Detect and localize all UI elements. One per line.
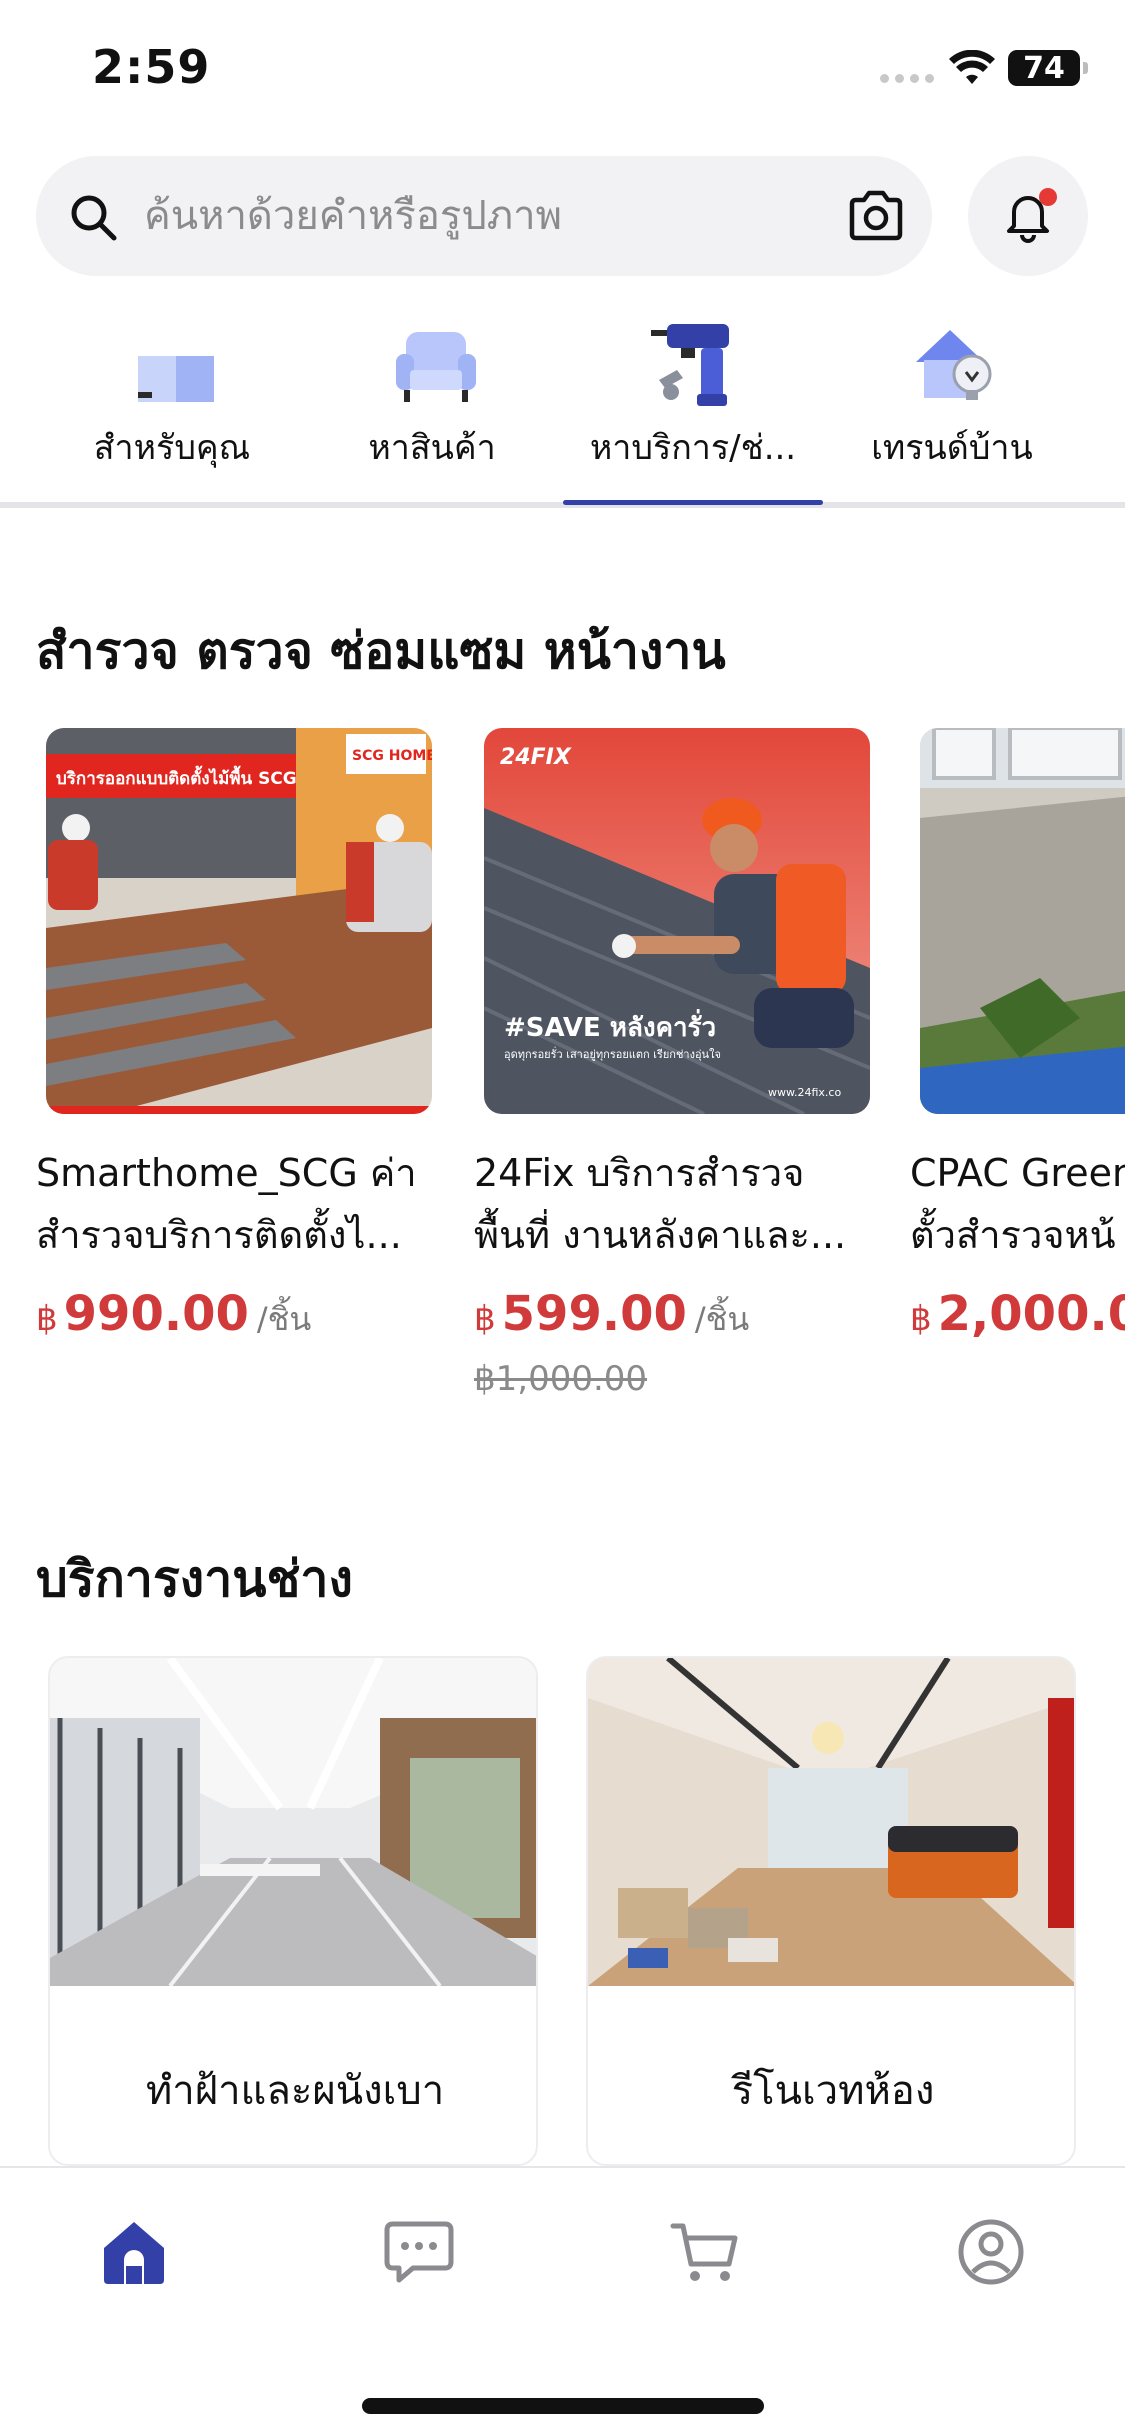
- search-input[interactable]: [144, 178, 844, 254]
- currency-symbol: ฿: [36, 1299, 58, 1339]
- product-card[interactable]: บริการออกแบบติดตั้งไม้พื้น SCG SCG HOME …: [36, 728, 436, 1345]
- profile-icon[interactable]: [953, 2214, 1029, 2290]
- tab-home-trends[interactable]: เทรนด์บ้าน: [822, 300, 1082, 508]
- price-unit: /ชิ้น: [694, 1300, 750, 1338]
- product-logo-text: 24FIX: [500, 745, 572, 770]
- product-name: CPAC Green ตั้วสำรวจหน้: [910, 1151, 1125, 1257]
- bottom-nav: [0, 2166, 1125, 2436]
- service-label: รีโนเวทห้อง: [731, 2068, 935, 2114]
- service-card[interactable]: ทำฝ้าและผนังเบา: [48, 1656, 538, 2166]
- product-name: 24Fix บริการสำรวจ พื้นที่ งานหลังคาและ..…: [474, 1151, 847, 1257]
- product-logo-text: SCG HOME: [352, 748, 432, 764]
- product-image-url: www.24fix.co: [768, 1086, 841, 1099]
- search-bar[interactable]: [36, 156, 932, 276]
- notification-badge: [1039, 188, 1057, 206]
- price-row: ฿ 2,000.00: [910, 1286, 1125, 1342]
- armchair-icon: [396, 332, 476, 402]
- home-icon[interactable]: [96, 2214, 172, 2290]
- product-image: บริการออกแบบติดตั้งไม้พื้น SCG SCG HOME: [46, 728, 432, 1114]
- product-banner-text: บริการออกแบบติดตั้งไม้พื้น SCG: [56, 765, 297, 789]
- price-unit: /ชิ้น: [256, 1300, 312, 1338]
- chat-icon[interactable]: [381, 2214, 457, 2290]
- tab-label: หาสินค้า: [368, 428, 496, 468]
- product-image-caption: #SAVE หลังคารั่ว: [504, 1008, 716, 1043]
- status-bar: 2:59 74: [0, 0, 1125, 140]
- drill-icon: [651, 324, 729, 406]
- price: 2,000.00: [937, 1286, 1125, 1342]
- currency-symbol: ฿: [474, 1299, 496, 1339]
- price-row: ฿ 599.00 /ชิ้น: [474, 1286, 874, 1345]
- original-price: ฿1,000.00: [474, 1359, 648, 1399]
- product-image: 24FIX #SAVE หลังคารั่ว อุดทุกรอยรั่ว เสา…: [484, 728, 870, 1114]
- price-row: ฿ 990.00 /ชิ้น: [36, 1286, 436, 1345]
- tab-label: หาบริการ/ช่...: [589, 428, 797, 468]
- product-image-subcaption: อุดทุกรอยรั่ว เสาอยู่ทุกรอยแตก เรียกช่าง…: [504, 1046, 721, 1061]
- wifi-icon: [949, 50, 995, 84]
- search-icon: [71, 195, 117, 241]
- cart-icon[interactable]: [667, 2214, 743, 2290]
- section-title-inspection: สำรวจ ตรวจ ซ่อมแซม หน้างาน: [36, 622, 726, 680]
- section-title-services: บริการงานช่าง: [36, 1550, 353, 1608]
- currency-symbol: ฿: [910, 1299, 932, 1339]
- tab-find-services[interactable]: หาบริการ/ช่...: [563, 300, 823, 508]
- active-tab-indicator: [563, 500, 823, 505]
- cellular-signal-icon: [880, 74, 934, 83]
- product-image: [920, 728, 1125, 1114]
- house-idea-icon: [916, 330, 992, 400]
- product-card[interactable]: 24FIX #SAVE หลังคารั่ว อุดทุกรอยรั่ว เสา…: [474, 728, 874, 1399]
- service-image: [50, 1658, 536, 1986]
- tab-label: สำหรับคุณ: [93, 428, 251, 468]
- notification-button[interactable]: [968, 156, 1088, 276]
- camera-icon[interactable]: [844, 184, 908, 248]
- service-label: ทำฝ้าและผนังเบา: [145, 2068, 445, 2114]
- tab-label: เทรนด์บ้าน: [871, 428, 1033, 468]
- category-tabs: สำหรับคุณ หาสินค้า หาบริการ/ช่... เทรนด์…: [0, 300, 1125, 508]
- service-card[interactable]: รีโนเวทห้อง: [586, 1656, 1076, 2166]
- status-time: 2:59: [92, 40, 211, 94]
- home-indicator: [362, 2398, 764, 2414]
- service-image: [588, 1658, 1074, 1986]
- app-screen: 2:59 74 ค้นหาด้วยคำหรือรูปภาพ สำหรับคุณ …: [0, 0, 1125, 2436]
- tab-find-products[interactable]: หาสินค้า: [302, 300, 562, 508]
- price: 599.00: [501, 1286, 687, 1342]
- product-name: Smarthome_SCG ค่า สำรวจบริการติดตั้งไ...: [36, 1151, 417, 1257]
- tab-for-you[interactable]: สำหรับคุณ: [42, 300, 302, 508]
- product-card[interactable]: CPAC Green ตั้วสำรวจหน้ ฿ 2,000.00: [910, 728, 1125, 1342]
- battery-icon: 74: [1008, 50, 1088, 86]
- box-icon: [138, 356, 214, 402]
- price: 990.00: [63, 1286, 249, 1342]
